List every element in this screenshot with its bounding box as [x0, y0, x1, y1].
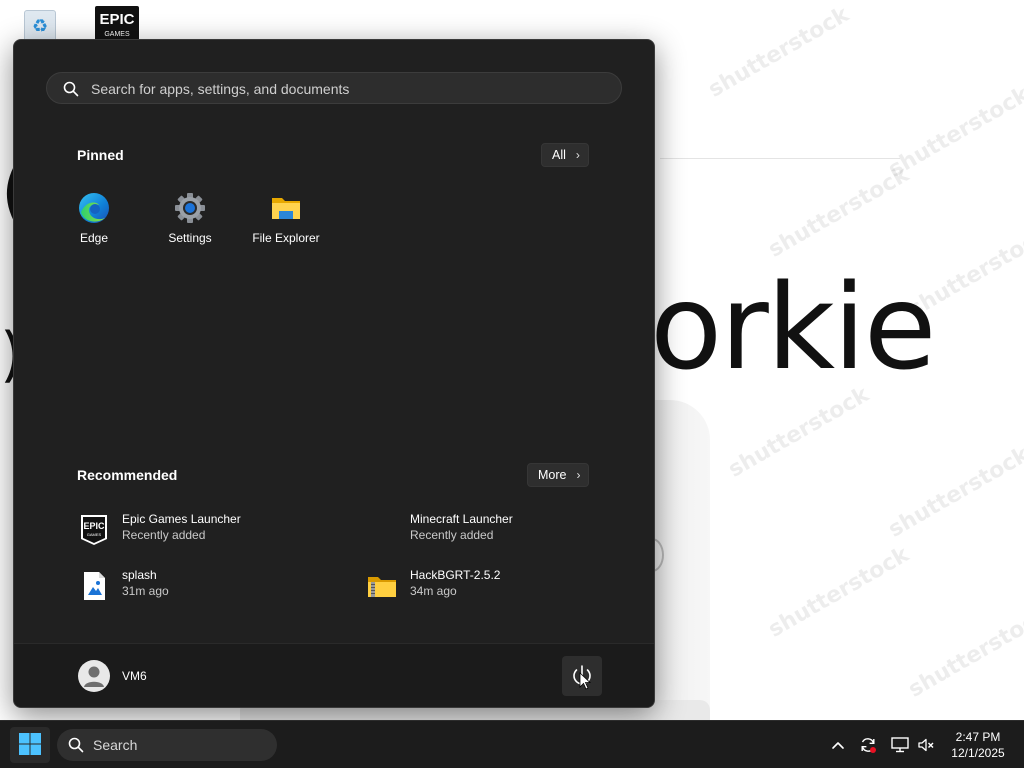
svg-text:EPIC: EPIC — [83, 521, 105, 531]
speaker-muted-icon[interactable] — [916, 735, 936, 755]
pinned-app-edge[interactable]: Edge — [51, 192, 137, 264]
taskbar-search-label: Search — [93, 737, 138, 753]
more-label: More — [538, 468, 567, 482]
user-name[interactable]: VM6 — [122, 669, 147, 683]
chevron-up-icon[interactable] — [828, 735, 848, 755]
search-icon — [63, 81, 79, 97]
clock-time: 2:47 PM — [955, 730, 1001, 744]
recommended-item-time: Recently added — [410, 528, 494, 542]
wallpaper-text: orkie — [650, 258, 936, 396]
start-search-input[interactable] — [89, 73, 613, 105]
recommended-item-time: Recently added — [122, 528, 206, 542]
pinned-app-label: Edge — [79, 231, 109, 245]
image-file-icon — [84, 572, 105, 600]
wallpaper-rule — [660, 158, 900, 159]
user-avatar[interactable] — [78, 660, 110, 692]
watermark: shutterstock — [884, 442, 1024, 543]
power-icon — [573, 665, 592, 690]
watermark: shutterstock — [884, 82, 1024, 183]
recommended-item-name: Minecraft Launcher — [410, 512, 513, 526]
folder-icon — [272, 198, 300, 219]
recommended-item-time: 31m ago — [122, 584, 169, 598]
watermark: shutterstock — [724, 382, 874, 483]
taskbar: Search 2:47 PM 12/1/2025 — [0, 720, 1024, 768]
sync-icon[interactable] — [858, 735, 878, 755]
windows-logo-icon — [19, 733, 41, 755]
pinned-app-label: File Explorer — [252, 231, 320, 245]
zip-folder-icon — [368, 577, 396, 597]
recommended-title: Recommended — [77, 467, 178, 483]
all-apps-button[interactable]: All › — [541, 143, 589, 167]
pinned-app-settings[interactable]: Settings — [147, 192, 233, 264]
recommended-item-epic-games[interactable]: EPIC GAMES Epic Games Launcher Recently … — [78, 510, 338, 550]
more-button[interactable]: More › — [527, 463, 590, 487]
edge-icon — [79, 193, 109, 223]
settings-gear-icon — [175, 193, 205, 223]
network-icon[interactable] — [890, 735, 910, 755]
svg-text:GAMES: GAMES — [87, 532, 102, 537]
start-menu: Pinned All › Edge — [13, 39, 655, 708]
chevron-right-icon: › — [575, 148, 580, 162]
watermark: shutterstock — [764, 162, 914, 263]
power-button[interactable] — [562, 656, 602, 696]
recommended-item-minecraft[interactable]: Minecraft Launcher Recently added — [366, 510, 626, 550]
pinned-title: Pinned — [77, 147, 124, 163]
all-apps-label: All — [552, 148, 566, 162]
clock-date: 12/1/2025 — [951, 746, 1005, 760]
watermark: shutterstock — [904, 602, 1024, 703]
start-search-box[interactable] — [46, 72, 622, 105]
recommended-item-name: splash — [122, 568, 157, 582]
watermark: shutterstock — [704, 2, 854, 103]
recommended-item-name: HackBGRT-2.5.2 — [410, 568, 501, 582]
start-menu-footer: VM6 — [14, 643, 654, 707]
recommended-item-time: 34m ago — [410, 584, 457, 598]
pinned-app-label: Settings — [168, 231, 212, 245]
recommended-item-hackbgrt[interactable]: HackBGRT-2.5.2 34m ago — [366, 566, 626, 606]
search-icon — [68, 737, 84, 753]
start-button[interactable] — [10, 727, 50, 763]
watermark: shutterstock — [764, 542, 914, 643]
taskbar-search[interactable]: Search — [57, 729, 277, 761]
chevron-right-icon: › — [576, 468, 581, 482]
taskbar-clock[interactable]: 2:47 PM 12/1/2025 — [940, 729, 1016, 761]
user-icon — [84, 666, 104, 687]
epic-games-icon: EPIC GAMES — [81, 515, 107, 545]
recommended-item-name: Epic Games Launcher — [122, 512, 241, 526]
recommended-item-splash[interactable]: splash 31m ago — [78, 566, 338, 606]
pinned-app-file-explorer[interactable]: File Explorer — [243, 192, 329, 264]
